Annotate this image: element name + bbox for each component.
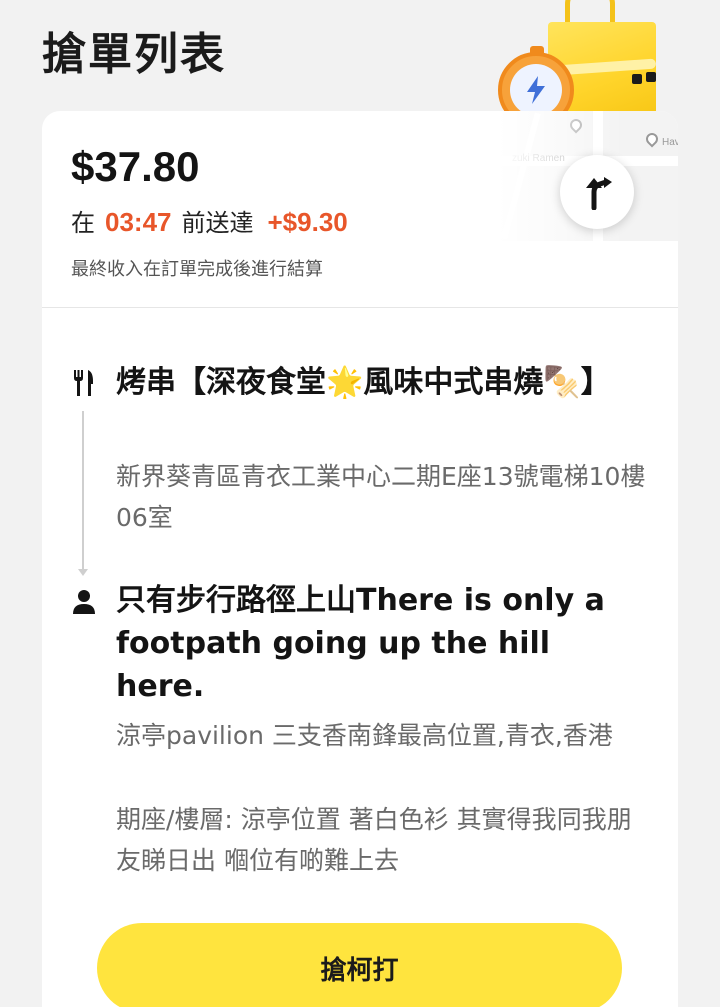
divider xyxy=(42,307,678,308)
map-pin-icon xyxy=(643,130,661,148)
navigate-button[interactable] xyxy=(560,155,634,229)
page-title: 搶單列表 xyxy=(42,29,226,80)
utensils-icon xyxy=(72,369,96,401)
grab-order-button[interactable]: 搶柯打 xyxy=(97,923,622,1007)
order-card[interactable]: zuki Ramen Hav $37.80 在 03:47 前送達 +$9.30… xyxy=(42,111,678,1007)
pickup-name: 烤串【深夜食堂🌟風味中式串燒🍢】 xyxy=(116,365,611,400)
map-pin-icon xyxy=(567,116,585,134)
deliver-prefix: 在 xyxy=(71,209,95,237)
bonus-amount: +$9.30 xyxy=(267,207,348,237)
map-label: zuki Ramen xyxy=(512,153,565,164)
route-connector xyxy=(82,411,84,571)
route-arrow-icon xyxy=(78,569,88,576)
delivery-deadline: 在 03:47 前送達 +$9.30 xyxy=(71,203,348,238)
settlement-note: 最終收入在訂單完成後進行結算 xyxy=(71,259,323,280)
dropoff-detail: 期座/樓層: 涼亭位置 著白色衫 其實得我同我朋友睇日出 嗰位有啲難上去 xyxy=(116,805,632,875)
map-label: Hav xyxy=(662,137,678,148)
person-icon xyxy=(72,589,96,619)
route-turn-icon xyxy=(586,177,612,210)
deliver-time: 03:47 xyxy=(105,207,172,237)
dropoff-name: 只有步行路徑上山There is only a footpath going u… xyxy=(116,583,605,704)
pickup-address: 新界葵青區青衣工業中心二期E座13號電梯10樓06室 xyxy=(116,462,646,532)
order-price: $37.80 xyxy=(71,143,200,190)
dropoff-address: 涼亭pavilion 三支香南鋒最高位置,青衣,香港 xyxy=(116,721,613,750)
deliver-suffix: 前送達 xyxy=(181,209,254,237)
